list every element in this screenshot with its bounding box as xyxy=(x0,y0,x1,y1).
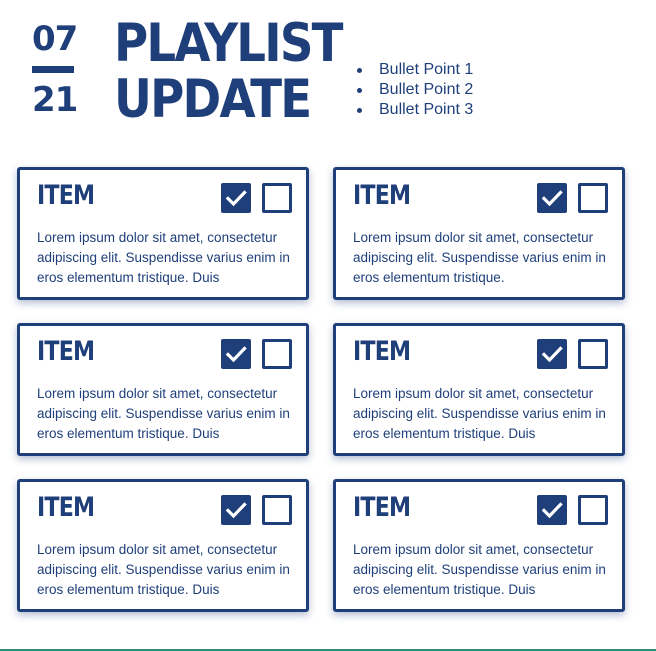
checkbox-empty-icon[interactable] xyxy=(578,495,608,525)
item-card-text: Lorem ipsum dolor sit amet, consectetur … xyxy=(37,386,290,441)
bullet-item: Bullet Point 1 xyxy=(357,60,473,80)
checkmark-icon xyxy=(225,502,247,519)
item-card-title: ITEM xyxy=(37,492,95,523)
item-card: ITEM Lorem ipsum dolor sit amet, consect… xyxy=(17,167,309,300)
checkbox-empty-icon[interactable] xyxy=(578,339,608,369)
checkbox-empty-icon[interactable] xyxy=(262,495,292,525)
page-title: PLAYLIST UPDATE xyxy=(114,13,343,130)
checkmark-icon xyxy=(225,346,247,363)
checkbox-checked-icon[interactable] xyxy=(537,495,567,525)
item-card-title: ITEM xyxy=(37,180,95,211)
date-block: 07 21 xyxy=(32,18,78,121)
checkmark-icon xyxy=(541,502,563,519)
item-card: ITEM Lorem ipsum dolor sit amet, consect… xyxy=(17,323,309,456)
checkbox-empty-icon[interactable] xyxy=(262,183,292,213)
item-card: ITEM Lorem ipsum dolor sit amet, consect… xyxy=(333,479,625,612)
item-card-title: ITEM xyxy=(353,492,411,523)
item-card-text: Lorem ipsum dolor sit amet, consectetur … xyxy=(353,386,606,441)
checkmark-icon xyxy=(541,346,563,363)
checkbox-checked-icon[interactable] xyxy=(221,183,251,213)
item-card: ITEM Lorem ipsum dolor sit amet, consect… xyxy=(333,167,625,300)
item-card-title: ITEM xyxy=(353,336,411,367)
checkbox-checked-icon[interactable] xyxy=(221,495,251,525)
date-day: 21 xyxy=(32,80,78,120)
page-title-line-1: PLAYLIST xyxy=(114,13,343,74)
item-card: ITEM Lorem ipsum dolor sit amet, consect… xyxy=(17,479,309,612)
checkbox-empty-icon[interactable] xyxy=(262,339,292,369)
date-divider xyxy=(32,66,74,73)
item-card-text: Lorem ipsum dolor sit amet, consectetur … xyxy=(37,230,290,285)
checkmark-icon xyxy=(225,190,247,207)
checkbox-checked-icon[interactable] xyxy=(537,183,567,213)
bullet-item: Bullet Point 3 xyxy=(357,100,473,120)
checkmark-icon xyxy=(541,190,563,207)
checkbox-checked-icon[interactable] xyxy=(537,339,567,369)
item-card-title: ITEM xyxy=(353,180,411,211)
item-card-text: Lorem ipsum dolor sit amet, consectetur … xyxy=(353,230,606,285)
page-title-line-2: UPDATE xyxy=(114,69,312,130)
item-card-title: ITEM xyxy=(37,336,95,367)
item-card-text: Lorem ipsum dolor sit amet, consectetur … xyxy=(37,542,290,597)
bullet-item: Bullet Point 2 xyxy=(357,80,473,100)
item-card: ITEM Lorem ipsum dolor sit amet, consect… xyxy=(333,323,625,456)
item-card-text: Lorem ipsum dolor sit amet, consectetur … xyxy=(353,542,606,597)
checkbox-empty-icon[interactable] xyxy=(578,183,608,213)
bullet-list: Bullet Point 1 Bullet Point 2 Bullet Poi… xyxy=(357,60,473,120)
date-month: 07 xyxy=(32,19,78,59)
checkbox-checked-icon[interactable] xyxy=(221,339,251,369)
